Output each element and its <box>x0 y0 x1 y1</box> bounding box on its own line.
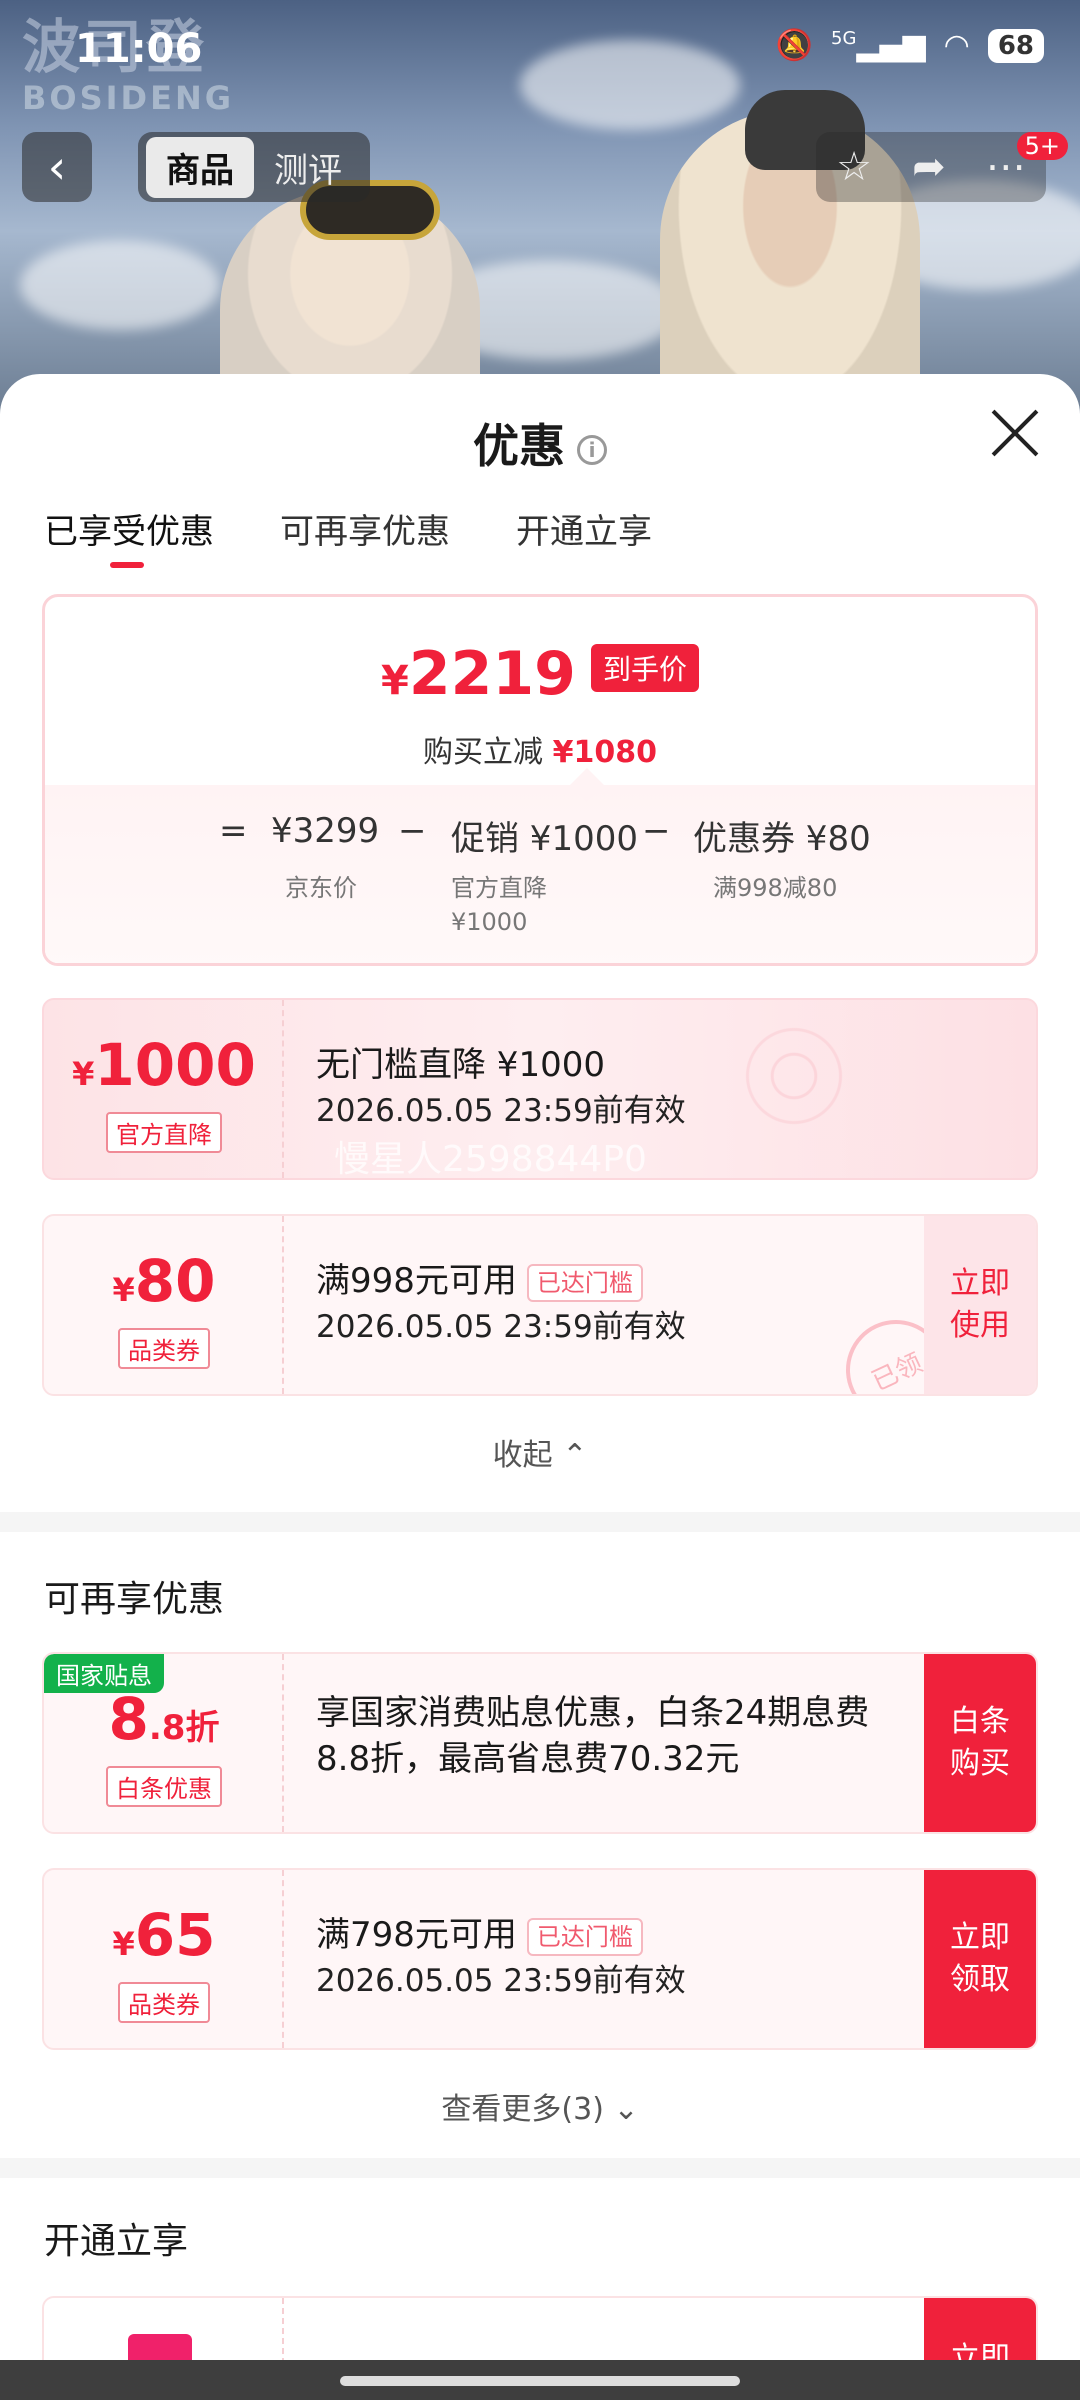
message-badge: 5+ <box>1016 132 1068 160</box>
section-title-open: 开通立享 <box>44 2221 189 2262</box>
promo-label: 官方直降 ¥1000 <box>451 874 547 936</box>
favorite-star-icon[interactable]: ☆ <box>836 144 872 190</box>
coupon-amount: 优惠券 ¥80 <box>693 819 871 859</box>
tab-enjoyed[interactable]: 已享受优惠 <box>44 504 214 568</box>
coupon-tag: 白条优惠 <box>106 1766 222 1807</box>
chevron-up-icon: ⌃ <box>562 1438 588 1473</box>
save-amount: ¥1080 <box>552 735 657 770</box>
status-time: 11:06 <box>75 26 203 72</box>
status-bar: 11:06 🔕 5G▂▄▆ ◠ 68 <box>0 0 1080 100</box>
info-icon[interactable]: i <box>577 434 607 465</box>
close-button[interactable] <box>990 408 1040 458</box>
tab-product[interactable]: 商品 <box>146 136 254 198</box>
base-price-label: 京东价 <box>285 874 357 902</box>
price-summary: ¥2219 到手价 购买立减 ¥1080 = ¥3299 京东价 − 促销 ¥1… <box>42 594 1038 966</box>
home-indicator[interactable] <box>340 2376 740 2386</box>
sheet-title: 优惠 i <box>0 410 1080 476</box>
signal-icon: 5G▂▄▆ <box>831 28 926 63</box>
product-nav-tabs: 商品 测评 <box>138 132 370 202</box>
promo-amount: 促销 ¥1000 <box>451 819 638 859</box>
see-more-toggle[interactable]: 查看更多(3) ⌄ <box>0 2084 1080 2128</box>
collapse-toggle[interactable]: 收起 ⌃ <box>0 1430 1080 1474</box>
baitiao-buy-button[interactable]: 白条购买 <box>924 1654 1036 1832</box>
coupon-tag: 品类券 <box>118 1982 210 2023</box>
tab-open-to-enjoy[interactable]: 开通立享 <box>516 504 652 553</box>
use-now-button[interactable]: 立即使用 <box>924 1216 1036 1394</box>
user-watermark: 慢星人2598844P0 <box>334 1139 647 1180</box>
coupon-validity: 2026.05.05 23:59前有效 <box>316 1093 686 1129</box>
coupon-tag: 官方直降 <box>106 1112 222 1153</box>
coupon-card-category: ¥80 品类券 满998元可用 已达门槛 2026.05.05 23:59前有效 … <box>42 1214 1038 1396</box>
share-icon[interactable]: ➦ <box>912 144 946 190</box>
coupon-label: 满998减80 <box>713 874 838 902</box>
threshold-badge: 已达门槛 <box>526 1917 643 1956</box>
threshold-badge: 已达门槛 <box>526 1263 643 1302</box>
back-button[interactable]: ‹ <box>22 132 92 202</box>
coupon-title: 满798元可用 <box>316 1915 517 1955</box>
section-title-more: 可再享优惠 <box>44 1579 225 1620</box>
chevron-left-icon: ‹ <box>47 140 67 194</box>
coupon-card-category-65: ¥65 品类券 满798元可用 已达门槛 2026.05.05 23:59前有效 … <box>42 1868 1038 2050</box>
coupon-amount: ¥65 <box>112 1901 216 1969</box>
base-price: ¥3299 <box>271 811 380 851</box>
save-row: 购买立减 ¥1080 <box>423 735 657 770</box>
price-breakdown: = ¥3299 京东价 − 促销 ¥1000 官方直降 ¥1000 − 优惠券 ¥… <box>45 768 1035 963</box>
coupon-tag: 品类券 <box>118 1328 210 1369</box>
final-price-tag: 到手价 <box>590 644 699 692</box>
coupon-card-baitiao: 国家贴息 8.8折 白条优惠 享国家消费贴息优惠，白条24期息费 8.8折，最高… <box>42 1652 1038 1834</box>
top-actions: ☆ ➦ ⋯ <box>816 132 1046 202</box>
mute-icon: 🔕 <box>775 28 813 63</box>
gesture-bar <box>0 2360 1080 2400</box>
tab-more-available[interactable]: 可再享优惠 <box>280 504 450 553</box>
chevron-down-icon: ⌄ <box>613 2092 639 2127</box>
discount-tabs: 已享受优惠 可再享优惠 开通立享 <box>44 504 652 568</box>
coupon-title: 满998元可用 <box>316 1261 517 1301</box>
coupon-title: 无门槛直降 ¥1000 <box>316 1045 605 1085</box>
discount-sheet: 优惠 i 已享受优惠 可再享优惠 开通立享 ¥2219 到手价 购买立减 ¥108… <box>0 374 1080 2400</box>
coupon-amount: ¥80 <box>112 1247 216 1315</box>
offer-line-1: 享国家消费贴息优惠，白条24期息费 <box>316 1693 870 1733</box>
coupon-card-official-discount: ¥1000 官方直降 无门槛直降 ¥1000 2026.05.05 23:59前… <box>42 998 1038 1180</box>
coupon-amount: ¥1000 <box>72 1031 256 1099</box>
equals-sign: = <box>219 811 248 851</box>
final-price: ¥2219 <box>381 639 576 709</box>
discount-rate: 8.8折 <box>108 1685 220 1753</box>
coupon-validity: 2026.05.05 23:59前有效 <box>316 1963 686 1999</box>
coupon-validity: 2026.05.05 23:59前有效 <box>316 1309 686 1345</box>
battery-icon: 68 <box>987 28 1044 63</box>
wifi-icon: ◠ <box>943 28 970 63</box>
minus-sign: − <box>398 811 427 851</box>
claim-now-button[interactable]: 立即领取 <box>924 1870 1036 2048</box>
tab-review[interactable]: 测评 <box>254 137 362 198</box>
minus-sign: − <box>642 811 671 851</box>
offer-line-2: 8.8折，最高省息费70.32元 <box>316 1739 740 1779</box>
